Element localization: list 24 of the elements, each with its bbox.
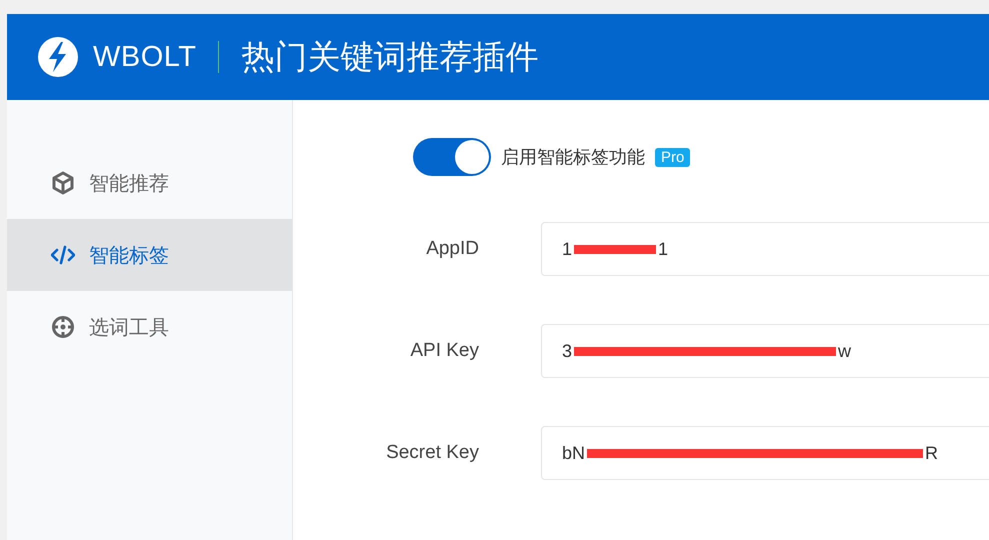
field-label: AppID — [425, 238, 479, 260]
pro-badge: Pro — [655, 148, 690, 166]
field-value-end: R — [925, 442, 938, 464]
brand-name: WBOLT — [93, 40, 196, 74]
input-field[interactable]: 3 w — [541, 324, 989, 378]
field-value-start: 3 — [562, 340, 572, 362]
field-label: API Key — [409, 340, 479, 362]
code-icon — [51, 243, 75, 267]
sidebar-item[interactable]: 智能标签 — [7, 219, 292, 291]
input-field[interactable]: bN R — [541, 426, 989, 480]
sidebar-item[interactable]: 选词工具 — [7, 291, 292, 363]
toggle-switch[interactable] — [413, 138, 491, 176]
toggle-label: 启用智能标签功能 — [501, 146, 645, 169]
lightning-logo-icon — [37, 36, 79, 78]
cube-icon — [51, 171, 75, 195]
crosshair-icon — [51, 315, 75, 339]
plugin-title: 热门关键词推荐插件 — [241, 36, 538, 78]
field-label: Secret Key — [385, 442, 479, 464]
sidebar-item[interactable]: 智能推荐 — [7, 147, 292, 219]
input-field[interactable]: 1 1 — [541, 222, 989, 276]
field-value-start: bN — [562, 442, 586, 464]
field-value-end: 1 — [658, 238, 668, 260]
field-value-start: 1 — [562, 238, 572, 260]
field-value-end: w — [838, 340, 852, 362]
